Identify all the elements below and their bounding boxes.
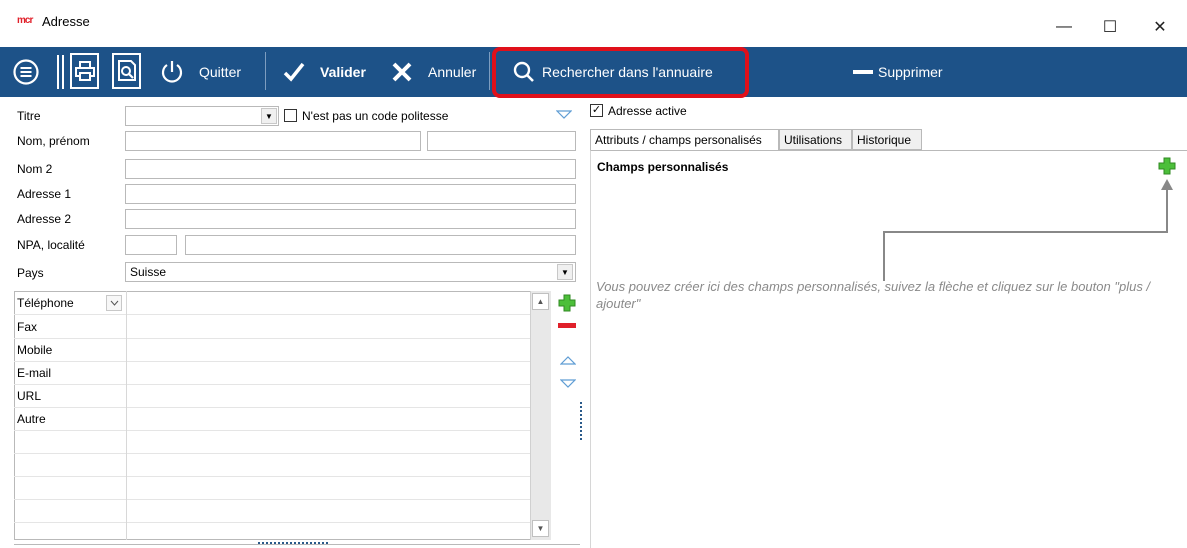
table-row[interactable]: [14, 500, 530, 523]
cancel-x-icon: [392, 62, 412, 82]
close-button[interactable]: ✕: [1137, 10, 1183, 44]
scroll-down-arrow[interactable]: ▼: [532, 520, 549, 537]
contact-type-label: URL: [17, 389, 42, 403]
pays-dropdown-arrow[interactable]: ▼: [557, 264, 573, 280]
validate-button[interactable]: Valider: [282, 60, 366, 84]
table-row[interactable]: Fax: [14, 316, 530, 339]
collapse-chevron-icon[interactable]: [555, 109, 573, 123]
scroll-up-arrow[interactable]: ▲: [532, 293, 549, 310]
print-button[interactable]: [70, 53, 99, 89]
npa-label: NPA, localité: [17, 238, 85, 252]
table-row[interactable]: Mobile: [14, 339, 530, 362]
add-contact-button[interactable]: [558, 294, 576, 315]
plus-icon: [1158, 157, 1176, 175]
maximize-button[interactable]: ☐: [1087, 10, 1133, 44]
hint-text: Vous pouvez créer ici des champs personn…: [596, 279, 1151, 311]
cancel-button[interactable]: Annuler: [390, 60, 476, 84]
delete-label: Supprimer: [878, 64, 943, 80]
printer-icon: [74, 61, 95, 81]
adresse-active-checkbox[interactable]: ✓: [590, 104, 603, 117]
arrow-up-icon: [559, 356, 577, 365]
tab-attributs[interactable]: Attributs / champs personalisés: [590, 129, 779, 151]
validate-label: Valider: [320, 64, 366, 80]
delete-button[interactable]: Supprimer: [852, 60, 943, 84]
adresse1-label: Adresse 1: [17, 187, 72, 201]
localite-field[interactable]: [185, 235, 576, 255]
grid-scrollbar[interactable]: [530, 291, 551, 540]
bottom-edge: [14, 544, 580, 548]
grid-column-divider: [126, 291, 127, 540]
toolbar-divider: [489, 52, 490, 90]
contact-type-label: Autre: [17, 412, 46, 426]
highlight-annotation: [492, 47, 749, 98]
nom2-label: Nom 2: [17, 162, 53, 176]
title-bar: [0, 10, 1187, 44]
contact-type-label: E-mail: [17, 366, 52, 380]
titre-dropdown-arrow[interactable]: ▼: [261, 108, 277, 124]
move-down-button[interactable]: [559, 378, 577, 392]
add-custom-field-button[interactable]: [1158, 157, 1176, 178]
toolbar-divider: [62, 55, 64, 89]
politesse-checkbox[interactable]: [284, 109, 297, 122]
adresse-active-label: Adresse active: [608, 104, 687, 118]
arrow-down-icon: [559, 379, 577, 388]
toolbar-divider: [57, 55, 59, 89]
checkmark-icon: [283, 62, 305, 82]
minimize-button[interactable]: —: [1041, 10, 1087, 44]
politesse-label: N'est pas un code politesse: [302, 109, 449, 123]
table-row[interactable]: Téléphone: [14, 292, 530, 315]
toolbar-divider: [265, 52, 266, 90]
table-row[interactable]: [14, 477, 530, 500]
nom2-field[interactable]: [125, 159, 576, 179]
move-up-button[interactable]: [559, 354, 577, 368]
table-row[interactable]: [14, 454, 530, 477]
section-title: Champs personnalisés: [597, 160, 729, 174]
print-preview-icon: [117, 60, 136, 81]
titre-select[interactable]: [125, 106, 279, 126]
contact-type-selected: Téléphone: [17, 296, 74, 310]
vertical-splitter[interactable]: [580, 402, 582, 440]
quit-button[interactable]: Quitter: [159, 59, 241, 85]
adresse1-field[interactable]: [125, 184, 576, 204]
minus-icon: [853, 70, 873, 74]
nom-label: Nom, prénom: [17, 134, 90, 148]
nom-field[interactable]: [125, 131, 421, 151]
window-title: Adresse: [42, 14, 90, 29]
table-row[interactable]: [14, 431, 530, 454]
power-icon: [161, 61, 183, 83]
chevron-down-icon: [110, 300, 118, 306]
print-preview-button[interactable]: [112, 53, 141, 89]
plus-icon: [558, 294, 576, 312]
tab-utilisations[interactable]: Utilisations: [779, 129, 852, 150]
pays-select[interactable]: Suisse: [125, 262, 576, 282]
contact-type-label: Fax: [17, 320, 38, 334]
contact-type-dropdown[interactable]: [106, 295, 122, 311]
app-logo: mcr: [17, 15, 33, 26]
contact-type-label: Mobile: [17, 343, 53, 357]
adresse2-label: Adresse 2: [17, 212, 72, 226]
menu-button[interactable]: [12, 58, 40, 86]
tab-historique[interactable]: Historique: [852, 129, 922, 150]
table-row[interactable]: Autre: [14, 408, 530, 431]
cancel-label: Annuler: [428, 64, 477, 80]
hint-arrow-icon: [883, 179, 1173, 281]
menu-icon: [13, 59, 39, 85]
npa-field[interactable]: [125, 235, 177, 255]
table-row[interactable]: E-mail: [14, 362, 530, 385]
pays-label: Pays: [17, 266, 44, 280]
prenom-field[interactable]: [427, 131, 576, 151]
adresse2-field[interactable]: [125, 209, 576, 229]
remove-contact-button[interactable]: [558, 323, 576, 328]
table-row[interactable]: URL: [14, 385, 530, 408]
titre-label: Titre: [17, 109, 41, 123]
quit-label: Quitter: [199, 64, 242, 80]
